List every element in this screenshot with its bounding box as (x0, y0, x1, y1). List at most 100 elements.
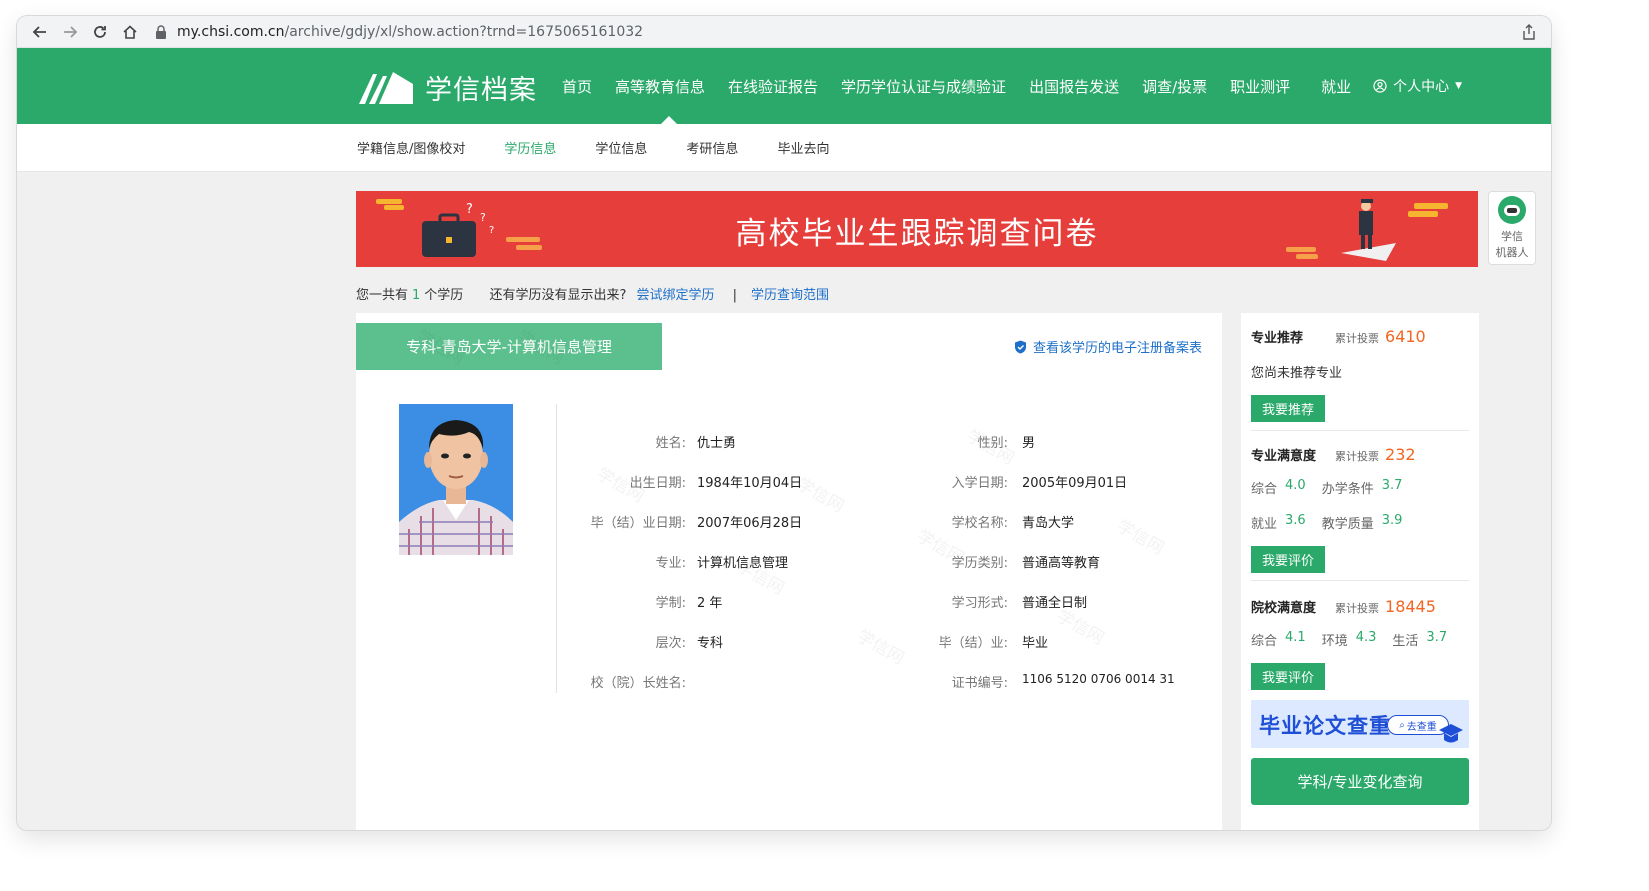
recommend-button[interactable]: 我要推荐 (1251, 395, 1326, 422)
active-menu-indicator (661, 116, 677, 124)
school-satisfaction-title: 院校满意度 (1251, 601, 1317, 616)
score-value: 4.0 (1285, 478, 1306, 493)
record-count: 1 (412, 288, 421, 303)
vote-label: 累计投票 (1335, 450, 1380, 463)
score-value: 3.9 (1381, 513, 1403, 528)
plagiarism-check-title: 毕业论文查重 (1259, 714, 1391, 738)
vote-count: 232 (1385, 445, 1416, 464)
vote-count: 18445 (1385, 597, 1436, 616)
menu-item-certification[interactable]: 学历学位认证与成绩验证 (841, 76, 1006, 97)
robot-icon (1498, 196, 1526, 224)
major-recommend-text: 您尚未推荐专业 (1251, 366, 1343, 381)
watermark-text: 学信网 (1113, 516, 1168, 560)
shield-icon (1014, 340, 1026, 353)
menu-item-career-test[interactable]: 职业测评 (1230, 76, 1290, 97)
subnav-item-degree-info[interactable]: 学位信息 (595, 138, 647, 157)
user-center-label: 个人中心 (1393, 79, 1450, 95)
home-button[interactable] (115, 17, 145, 47)
menu-item-abroad-report[interactable]: 出国报告发送 (1029, 76, 1119, 97)
portrait-image (399, 404, 513, 555)
score-value: 4.1 (1285, 630, 1306, 645)
field-value-graduation-date: 2007年06月28日 (697, 516, 803, 531)
ereg-form-link[interactable]: 查看该学历的电子注册备案表 (1014, 337, 1202, 356)
school-satisfaction-header: 院校满意度 累计投票 18445 (1251, 597, 1469, 616)
vote-count: 6410 (1385, 327, 1426, 346)
field-label-enrollment-date: 入学日期: (951, 476, 1008, 491)
logo-book-icon (359, 71, 413, 104)
lock-icon (156, 24, 166, 39)
field-label-level: 层次: (655, 636, 686, 651)
field-value-certificate-number: 1106 5120 0706 0014 31 (1022, 672, 1175, 686)
survey-banner[interactable]: ? ? ? 高校毕业生跟踪调查问卷 (356, 191, 1478, 267)
plagiarism-check-banner[interactable]: 毕业论文查重 ⌕ 去查重 (1251, 700, 1469, 748)
field-value-gender: 男 (1022, 436, 1036, 451)
vote-label: 累计投票 (1335, 602, 1380, 615)
major-satisfaction-header: 专业满意度 累计投票 232 (1251, 445, 1469, 464)
field-label-education-type: 学历类别: (951, 556, 1008, 571)
back-button[interactable] (25, 17, 55, 47)
share-icon[interactable] (1521, 24, 1537, 40)
score-row: 就业 3.6 教学质量 3.9 (1251, 513, 1469, 532)
address-bar[interactable]: my.chsi.com.cn/archive/gdjy/xl/show.acti… (155, 24, 643, 40)
menu-item-employment[interactable]: 就业 (1321, 76, 1351, 97)
reload-icon (94, 25, 106, 38)
school-rate-button[interactable]: 我要评价 (1251, 663, 1326, 690)
field-value-education-type: 普通高等教育 (1022, 556, 1101, 571)
browser-window: my.chsi.com.cn/archive/gdjy/xl/show.acti… (17, 16, 1551, 830)
major-recommend-title: 专业推荐 (1251, 331, 1304, 346)
query-scope-link[interactable]: 学历查询范围 (751, 288, 829, 303)
field-label-duration: 学制: (655, 596, 686, 611)
score-label: 综合 (1251, 634, 1278, 649)
robot-label-line2: 机器人 (1495, 246, 1529, 259)
subnav-item-degree-record[interactable]: 学历信息 (504, 138, 556, 157)
menu-item-home[interactable]: 首页 (562, 76, 592, 97)
menu-item-online-report[interactable]: 在线验证报告 (728, 76, 818, 97)
major-rate-button[interactable]: 我要评价 (1251, 546, 1326, 573)
subnav-item-graduate-destination[interactable]: 毕业去向 (777, 138, 829, 157)
score-value: 3.7 (1426, 630, 1448, 645)
url-host: my.chsi.com.cn (177, 23, 285, 40)
reload-button[interactable] (85, 17, 115, 47)
school-satisfaction-section: 院校满意度 累计投票 18445 综合 4.1 环境 4.3 生活 3.7 我要评价 (1251, 581, 1469, 690)
menu-item-higher-education[interactable]: 高等教育信息 (615, 76, 705, 97)
student-photo (399, 404, 513, 555)
major-satisfaction-title: 专业满意度 (1251, 449, 1317, 464)
discipline-change-query-button[interactable]: 学科/专业变化查询 (1251, 758, 1469, 805)
summary-suffix: 个学历 (424, 288, 464, 303)
banner-title: 高校毕业生跟踪调查问卷 (735, 216, 1099, 252)
chevron-down-icon: ▼ (1455, 81, 1463, 91)
major-satisfaction-section: 专业满意度 累计投票 232 综合 4.0 办学条件 3.7 就业 3.6 教学质量 3… (1251, 431, 1469, 581)
plagiarism-check-button-label: 去查重 (1406, 721, 1437, 733)
menu-item-survey[interactable]: 调查/投票 (1142, 76, 1207, 97)
major-recommend-section: 专业推荐 累计投票 6410 您尚未推荐专业 我要推荐 (1251, 313, 1469, 431)
record-card: 专科-青岛大学-计算机信息管理 查看该学历的电子注册备案表 学信网 学信网 学信… (356, 313, 1222, 830)
url-path: /archive/gdjy/xl/show.action?trnd=167506… (284, 23, 644, 40)
sub-navigation: 学籍信息/图像校对 学历信息 学位信息 考研信息 毕业去向 (17, 124, 1551, 172)
field-label-graduation-status: 毕（结）业: (938, 636, 1008, 651)
record-summary: 您一共有 1 个学历 还有学历没有显示出来? 尝试绑定学历 | 学历查询范围 (356, 284, 829, 303)
site-logo[interactable]: 学信档案 (357, 68, 537, 107)
field-value-birth-date: 1984年10月04日 (697, 476, 803, 491)
summary-prefix: 您一共有 (356, 288, 409, 303)
user-icon (1373, 79, 1387, 93)
field-label-president-name: 校（院）长姓名: (590, 676, 686, 691)
score-row: 综合 4.1 环境 4.3 生活 3.7 (1251, 630, 1469, 649)
robot-assistant-button[interactable]: 学信 机器人 (1488, 191, 1536, 265)
bind-record-link[interactable]: 尝试绑定学历 (637, 288, 715, 303)
score-value: 4.3 (1355, 630, 1377, 645)
arrow-right-icon (64, 25, 78, 38)
user-center-menu[interactable]: 个人中心 ▼ (1373, 76, 1462, 96)
subnav-item-student-status[interactable]: 学籍信息/图像校对 (357, 138, 465, 157)
field-label-name: 姓名: (655, 436, 686, 451)
record-tab[interactable]: 专科-青岛大学-计算机信息管理 (356, 323, 662, 370)
logo-text: 学信档案 (425, 75, 537, 106)
subnav-item-postgrad-exam[interactable]: 考研信息 (686, 138, 738, 157)
major-recommend-header: 专业推荐 累计投票 6410 (1251, 327, 1469, 346)
field-value-enrollment-date: 2005年09月01日 (1022, 476, 1128, 491)
forward-button[interactable] (55, 17, 85, 47)
score-label: 办学条件 (1321, 482, 1374, 497)
field-value-graduation-status: 毕业 (1022, 636, 1049, 651)
vote-label: 累计投票 (1335, 332, 1380, 345)
field-label-birth-date: 出生日期: (629, 476, 686, 491)
home-icon (123, 24, 137, 39)
